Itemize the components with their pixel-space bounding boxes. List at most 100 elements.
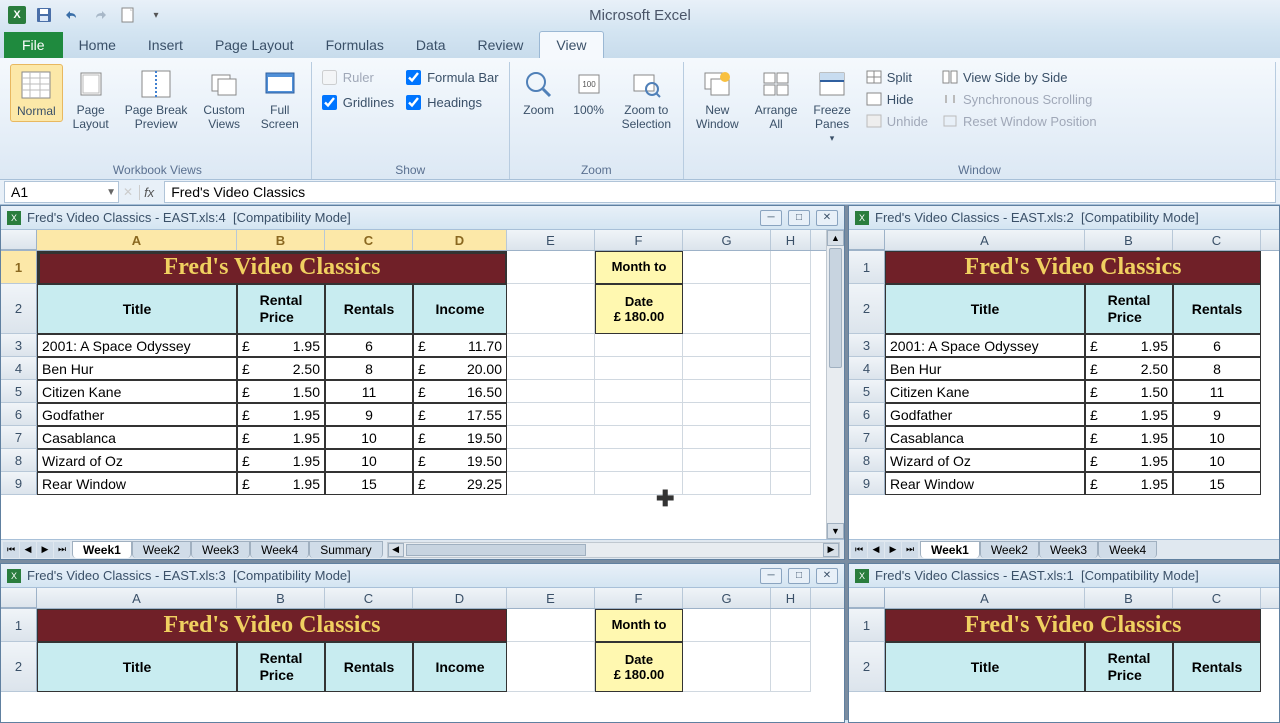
cell-price-4[interactable]: £2.50: [1085, 357, 1173, 380]
cell-price-8[interactable]: £1.95: [237, 449, 325, 472]
month-to-date-value[interactable]: Date£ 180.00: [595, 642, 683, 692]
cell-price-6[interactable]: £1.95: [237, 403, 325, 426]
cell-income-8[interactable]: £19.50: [413, 449, 507, 472]
col-header-B[interactable]: B: [1085, 588, 1173, 608]
row-header-2[interactable]: 2: [1, 284, 37, 334]
cell-rentals-4[interactable]: 8: [1173, 357, 1261, 380]
cell-title-8[interactable]: Wizard of Oz: [37, 449, 237, 472]
child-titlebar-2[interactable]: X Fred's Video Classics - EAST.xls:2 [Co…: [849, 206, 1279, 230]
cell-rentals-9[interactable]: 15: [1173, 472, 1261, 495]
sheet-nav-2[interactable]: ▶: [37, 542, 53, 558]
page-break-preview-button[interactable]: Page Break Preview: [119, 64, 194, 134]
split-button[interactable]: Split: [863, 68, 931, 86]
sheet-nav-2[interactable]: ▶: [885, 542, 901, 558]
cell-income-9[interactable]: £29.25: [413, 472, 507, 495]
header-title[interactable]: Title: [885, 284, 1085, 334]
cell-price-9[interactable]: £1.95: [1085, 472, 1173, 495]
cell-income-4[interactable]: £20.00: [413, 357, 507, 380]
header-price[interactable]: Rental Price: [237, 284, 325, 334]
zoom-100-button[interactable]: 100100%: [566, 64, 612, 120]
cell-rentals-8[interactable]: 10: [1173, 449, 1261, 472]
cell-price-3[interactable]: £1.95: [1085, 334, 1173, 357]
month-to-date-label[interactable]: Month to: [595, 609, 683, 642]
fx-button[interactable]: fx: [139, 185, 158, 200]
cell-title-5[interactable]: Citizen Kane: [885, 380, 1085, 403]
cell-title-6[interactable]: Godfather: [37, 403, 237, 426]
view-side-by-side-button[interactable]: View Side by Side: [939, 68, 1100, 86]
row-header-1[interactable]: 1: [849, 609, 885, 642]
cell-price-3[interactable]: £1.95: [237, 334, 325, 357]
cell-rentals-3[interactable]: 6: [1173, 334, 1261, 357]
tab-page-layout[interactable]: Page Layout: [199, 32, 310, 58]
header-price[interactable]: Rental Price: [1085, 642, 1173, 692]
header-price[interactable]: Rental Price: [237, 642, 325, 692]
col-header-A[interactable]: A: [37, 588, 237, 608]
cell-title-7[interactable]: Casablanca: [37, 426, 237, 449]
col-header-A[interactable]: A: [885, 230, 1085, 250]
header-title[interactable]: Title: [37, 284, 237, 334]
cell-rentals-9[interactable]: 15: [325, 472, 413, 495]
title-cell[interactable]: Fred's Video Classics: [885, 251, 1261, 284]
row-header-4[interactable]: 4: [1, 357, 37, 380]
new-window-button[interactable]: New Window: [690, 64, 745, 134]
cell-price-7[interactable]: £1.95: [1085, 426, 1173, 449]
formula-input[interactable]: Fred's Video Classics: [164, 181, 1276, 203]
title-cell[interactable]: Fred's Video Classics: [37, 609, 507, 642]
gridlines-checkbox[interactable]: Gridlines: [322, 95, 394, 110]
col-header-H[interactable]: H: [771, 588, 811, 608]
col-header-G[interactable]: G: [683, 588, 771, 608]
zoom-button[interactable]: Zoom: [516, 64, 562, 120]
select-all-corner[interactable]: [849, 230, 885, 250]
tab-data[interactable]: Data: [400, 32, 462, 58]
col-header-A[interactable]: A: [885, 588, 1085, 608]
row-header-9[interactable]: 9: [1, 472, 37, 495]
tab-review[interactable]: Review: [462, 32, 540, 58]
cell-income-7[interactable]: £19.50: [413, 426, 507, 449]
sheet-tab-week2[interactable]: Week2: [980, 541, 1039, 558]
name-box[interactable]: A1▼: [4, 181, 119, 203]
row-header-3[interactable]: 3: [1, 334, 37, 357]
scroll-up-icon[interactable]: ▲: [827, 230, 844, 246]
maximize-button[interactable]: □: [788, 210, 810, 226]
child-titlebar-3[interactable]: X Fred's Video Classics - EAST.xls:3 [Co…: [1, 564, 844, 588]
cell-rentals-8[interactable]: 10: [325, 449, 413, 472]
cell-income-6[interactable]: £17.55: [413, 403, 507, 426]
col-header-C[interactable]: C: [325, 588, 413, 608]
col-header-B[interactable]: B: [237, 230, 325, 250]
col-header-E[interactable]: E: [507, 588, 595, 608]
row-header-7[interactable]: 7: [849, 426, 885, 449]
cell-title-4[interactable]: Ben Hur: [885, 357, 1085, 380]
cell-title-7[interactable]: Casablanca: [885, 426, 1085, 449]
maximize-button[interactable]: □: [788, 568, 810, 584]
col-header-F[interactable]: F: [595, 588, 683, 608]
child-titlebar-1[interactable]: X Fred's Video Classics - EAST.xls:1 [Co…: [849, 564, 1279, 588]
cell-price-9[interactable]: £1.95: [237, 472, 325, 495]
cell-title-8[interactable]: Wizard of Oz: [885, 449, 1085, 472]
header-title[interactable]: Title: [885, 642, 1085, 692]
header-rentals[interactable]: Rentals: [325, 284, 413, 334]
qat-customize-icon[interactable]: ▾: [146, 5, 166, 25]
sheet-nav-3[interactable]: ⏭: [902, 542, 918, 558]
file-tab[interactable]: File: [4, 32, 63, 58]
month-to-date-label[interactable]: Month to: [595, 251, 683, 284]
select-all-corner[interactable]: [849, 588, 885, 608]
col-header-H[interactable]: H: [771, 230, 811, 250]
sheet-nav-0[interactable]: ⏮: [851, 542, 867, 558]
sheet-tab-week4[interactable]: Week4: [1098, 541, 1157, 558]
row-header-2[interactable]: 2: [1, 642, 37, 692]
cell-rentals-5[interactable]: 11: [325, 380, 413, 403]
cell-title-9[interactable]: Rear Window: [885, 472, 1085, 495]
row-header-8[interactable]: 8: [849, 449, 885, 472]
row-header-5[interactable]: 5: [849, 380, 885, 403]
row-header-1[interactable]: 1: [1, 609, 37, 642]
page-layout-button[interactable]: Page Layout: [67, 64, 115, 134]
custom-views-button[interactable]: Custom Views: [197, 64, 250, 134]
col-header-F[interactable]: F: [595, 230, 683, 250]
cell-price-5[interactable]: £1.50: [1085, 380, 1173, 403]
col-header-B[interactable]: B: [1085, 230, 1173, 250]
header-price[interactable]: Rental Price: [1085, 284, 1173, 334]
cell-price-6[interactable]: £1.95: [1085, 403, 1173, 426]
header-rentals[interactable]: Rentals: [1173, 284, 1261, 334]
sheet-tab-week3[interactable]: Week3: [1039, 541, 1098, 558]
save-icon[interactable]: [34, 5, 54, 25]
